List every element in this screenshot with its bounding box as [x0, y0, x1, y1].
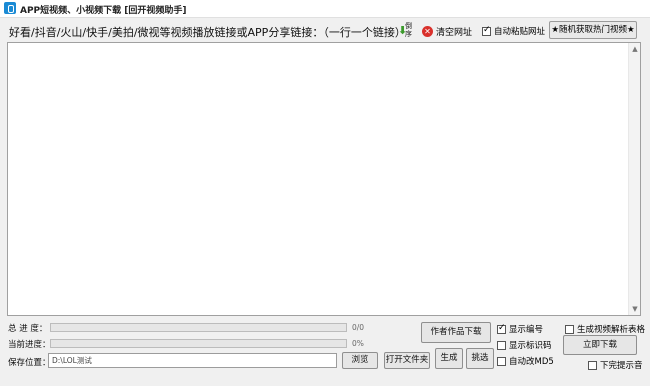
current-progress-label: 当前进度：: [8, 340, 51, 350]
finish-sound-option[interactable]: 下完提示音: [588, 359, 643, 371]
total-progress-label: 总 进 度：: [8, 324, 48, 334]
author-download-button[interactable]: 作者作品下载: [421, 322, 491, 343]
pick-button[interactable]: 挑选: [466, 348, 494, 369]
generate-table-label: 生成视频解析表格: [577, 325, 646, 335]
scroll-up-icon[interactable]: ▲: [630, 44, 640, 54]
auto-md5-label: 自动改MD5: [509, 357, 554, 367]
show-identifier-checkbox[interactable]: [497, 340, 506, 350]
link-textarea[interactable]: ▲ ▼: [7, 42, 641, 316]
auto-paste-label: 自动粘贴网址: [494, 27, 546, 37]
current-progress-bar: [50, 339, 347, 348]
show-identifier-label: 显示标识码: [509, 341, 552, 351]
random-hot-video-button[interactable]: ★随机获取热门视频★: [549, 21, 637, 39]
auto-md5-checkbox[interactable]: [497, 356, 506, 366]
show-number-option[interactable]: 显示编号: [497, 323, 543, 335]
open-folder-button[interactable]: 打开文件夹: [384, 352, 430, 369]
clear-urls-label: 清空网址: [436, 28, 473, 38]
vertical-scrollbar[interactable]: ▲ ▼: [628, 43, 640, 315]
save-location-label: 保存位置：: [8, 358, 51, 368]
show-number-label: 显示编号: [509, 325, 544, 335]
clear-urls-button[interactable]: ✕ 清空网址: [422, 25, 473, 38]
browse-button[interactable]: 浏览: [342, 352, 378, 369]
reverse-order-button[interactable]: ⬇ 倒序: [397, 22, 415, 40]
total-progress-value: 0/0: [352, 323, 365, 332]
auto-md5-option[interactable]: 自动改MD5: [497, 355, 554, 367]
save-path-input[interactable]: D:\LOL测试: [48, 353, 337, 368]
generate-table-option[interactable]: 生成视频解析表格: [565, 323, 645, 335]
title-bar: APP短视频、小视频下载 [回开视频助手]: [0, 0, 650, 18]
generate-button[interactable]: 生成: [435, 348, 463, 369]
finish-sound-label: 下完提示音: [600, 361, 643, 371]
finish-sound-checkbox[interactable]: [588, 360, 597, 370]
clear-icon: ✕: [422, 26, 433, 37]
total-progress-bar: [50, 323, 347, 332]
auto-paste-checkbox[interactable]: 自动粘贴网址: [482, 25, 545, 37]
download-now-button[interactable]: 立即下载: [563, 335, 637, 355]
current-progress-value: 0%: [352, 339, 364, 348]
reverse-order-label: 倒序: [405, 22, 412, 38]
show-number-checkbox[interactable]: [497, 323, 506, 334]
show-identifier-option[interactable]: 显示标识码: [497, 339, 552, 351]
generate-table-checkbox[interactable]: [565, 324, 574, 334]
window-title: APP短视频、小视频下载 [回开视频助手]: [20, 6, 187, 16]
scroll-down-icon[interactable]: ▼: [630, 304, 640, 314]
app-icon: [4, 2, 16, 14]
link-input-prompt: 好看/抖音/火山/快手/美拍/微视等视频播放链接或APP分享链接：（一行一个链接…: [9, 26, 406, 39]
auto-paste-check[interactable]: [482, 25, 491, 36]
